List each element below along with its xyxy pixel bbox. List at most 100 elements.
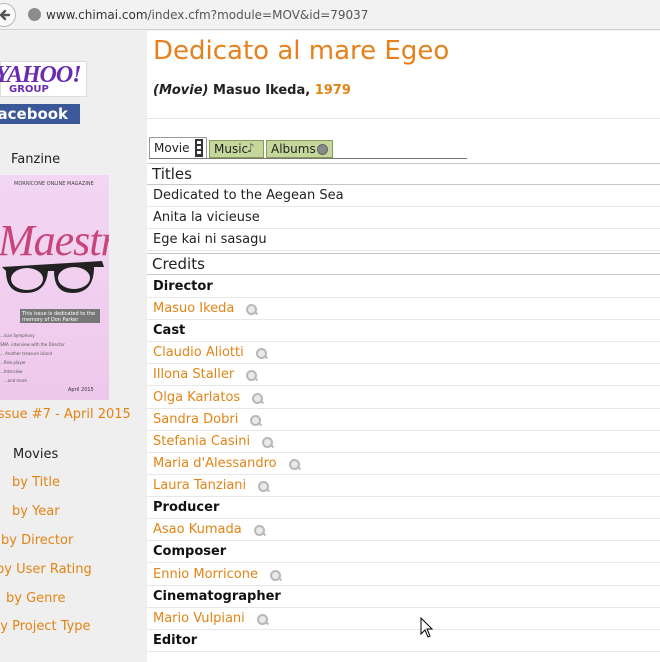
credit-person-link[interactable]: Stefania Casini [153, 434, 274, 449]
yahoo-group-text: GROUP [9, 84, 49, 95]
magnifier-icon[interactable] [252, 392, 264, 404]
globe-icon [28, 8, 41, 21]
tab-music[interactable]: Music ♪ [209, 140, 264, 158]
url-path: /index.cfm?module=MOV&id=79037 [147, 8, 369, 22]
credit-person-row: Masuo Ikeda [147, 298, 660, 321]
back-arrow-icon [0, 9, 11, 21]
tab-albums-label: Albums [271, 142, 316, 156]
url-domain: www.chimai.com [46, 8, 148, 22]
credit-person-link[interactable]: Laura Tanziani [153, 478, 270, 493]
alt-title: Dedicated to the Aegean Sea [153, 188, 344, 203]
main-content: Dedicato al mare Egeo (Movie) Masuo Iked… [147, 31, 660, 662]
cover-tagline: MORRICONE ONLINE MAGAZINE [14, 181, 94, 187]
sidebar: YAHOO! GROUP facebook Fanzine MORRICONE … [0, 31, 147, 662]
facebook-logo[interactable]: facebook [0, 104, 80, 124]
magnifier-icon[interactable] [253, 525, 265, 537]
mouse-cursor-icon [420, 617, 434, 638]
fanzine-label: Fanzine [11, 152, 61, 167]
yahoo-group-logo[interactable]: YAHOO! GROUP [0, 61, 87, 97]
nav-by-project-type[interactable]: by Project Type [0, 619, 91, 634]
cover-contents: ...ican Symphony SMA interview with the … [0, 333, 65, 383]
credit-role-row: Composer [147, 541, 660, 564]
cover-band-text: This issue is dedicated to the memory of… [22, 311, 96, 323]
credit-person-row: Sandra Dobri [147, 409, 660, 431]
credits-heading: Credits [152, 255, 205, 273]
credit-role-row: Cinematographer [147, 586, 660, 608]
credit-role: Director [153, 279, 213, 294]
cover-date: April 2015 [68, 387, 94, 393]
url-text[interactable]: www.chimai.com/index.cfm?module=MOV&id=7… [46, 8, 368, 22]
credit-person-row: Illona Staller [147, 364, 660, 387]
credit-person-row: Claudio Aliotti [147, 342, 660, 365]
cover-band: This issue is dedicated to the memory of… [20, 309, 100, 323]
nav-by-genre[interactable]: by Genre [6, 591, 65, 606]
music-note-icon: ♪ [247, 141, 255, 155]
tab-movie-label: Movie [154, 141, 190, 155]
tab-underline [149, 158, 467, 159]
credit-person-row: Asao Kumada [147, 519, 660, 542]
nav-by-title[interactable]: by Title [12, 475, 60, 490]
titles-heading: Titles [152, 165, 192, 183]
issue-link[interactable]: Issue #7 - April 2015 [0, 407, 131, 422]
alt-title: Ege kai ni sasagu [153, 232, 267, 247]
tab-music-label: Music [214, 142, 249, 156]
credit-person-link[interactable]: Ennio Morricone [153, 567, 281, 582]
credit-person-link[interactable]: Illona Staller [153, 367, 258, 382]
nav-by-year[interactable]: by Year [12, 504, 60, 519]
credit-person-row: Maria d'Alessandro [147, 453, 660, 475]
credit-person-row: Laura Tanziani [147, 475, 660, 498]
movie-title: Dedicato al mare Egeo [153, 36, 450, 66]
disc-icon [317, 144, 328, 155]
alt-title: Anita la vicieuse [153, 210, 260, 225]
titles-header: Titles [147, 163, 660, 185]
movie-type: (Movie) [153, 83, 209, 98]
credit-role: Cast [153, 323, 186, 339]
credit-role-row: Cast [147, 320, 660, 343]
glasses-icon [2, 261, 104, 293]
movie-year[interactable]: 1979 [315, 83, 351, 98]
credit-person-link[interactable]: Maria d'Alessandro [153, 456, 300, 471]
credit-role: Composer [153, 544, 227, 560]
tab-albums[interactable]: Albums [266, 140, 333, 158]
magnifier-icon[interactable] [262, 436, 274, 448]
magnifier-icon[interactable] [269, 569, 281, 581]
nav-by-director[interactable]: by Director [1, 533, 73, 548]
magnifier-icon[interactable] [258, 481, 270, 493]
title-row: Dedicated to the Aegean Sea [147, 185, 660, 207]
magnifier-icon[interactable] [250, 414, 262, 426]
magnifier-icon[interactable] [246, 304, 258, 316]
credit-person-link[interactable]: Masuo Ikeda [153, 301, 258, 316]
credit-person-link[interactable]: Sandra Dobri [153, 412, 262, 427]
facebook-text: facebook [0, 105, 69, 123]
divider [147, 118, 660, 119]
credits-header: Credits [147, 253, 660, 275]
movie-subtitle: (Movie) Masuo Ikeda, 1979 [153, 83, 351, 98]
credit-role: Cinematographer [153, 588, 281, 604]
movies-label: Movies [13, 447, 59, 462]
credit-person-link[interactable]: Mario Vulpiani [153, 611, 268, 626]
credit-person-row: Olga Karlatos [147, 387, 660, 409]
credit-role: Editor [153, 632, 198, 648]
credit-role: Producer [153, 500, 220, 516]
credit-person-row: Stefania Casini [147, 431, 660, 453]
tab-movie[interactable]: Movie [149, 137, 207, 158]
credit-role-row: Director [147, 276, 660, 298]
credit-role-row: Editor [147, 630, 660, 652]
back-button[interactable] [0, 3, 16, 27]
credit-role-row: Producer [147, 497, 660, 520]
credit-person-link[interactable]: Olga Karlatos [153, 390, 264, 405]
fanzine-cover-image[interactable]: MORRICONE ONLINE MAGAZINE Maestro This i… [0, 175, 109, 400]
film-icon [195, 139, 203, 157]
address-bar[interactable]: www.chimai.com/index.cfm?module=MOV&id=7… [0, 0, 660, 30]
movie-director[interactable]: Masuo Ikeda, [213, 83, 310, 98]
magnifier-icon[interactable] [256, 613, 268, 625]
nav-by-user-rating[interactable]: by User Rating [0, 562, 92, 577]
magnifier-icon[interactable] [288, 458, 300, 470]
credit-person-link[interactable]: Claudio Aliotti [153, 345, 267, 360]
title-row: Anita la vicieuse [147, 207, 660, 229]
magnifier-icon[interactable] [246, 370, 258, 382]
credit-person-row: Ennio Morricone [147, 564, 660, 586]
credit-person-link[interactable]: Asao Kumada [153, 522, 265, 537]
title-row: Ege kai ni sasagu [147, 229, 660, 251]
magnifier-icon[interactable] [255, 348, 267, 360]
